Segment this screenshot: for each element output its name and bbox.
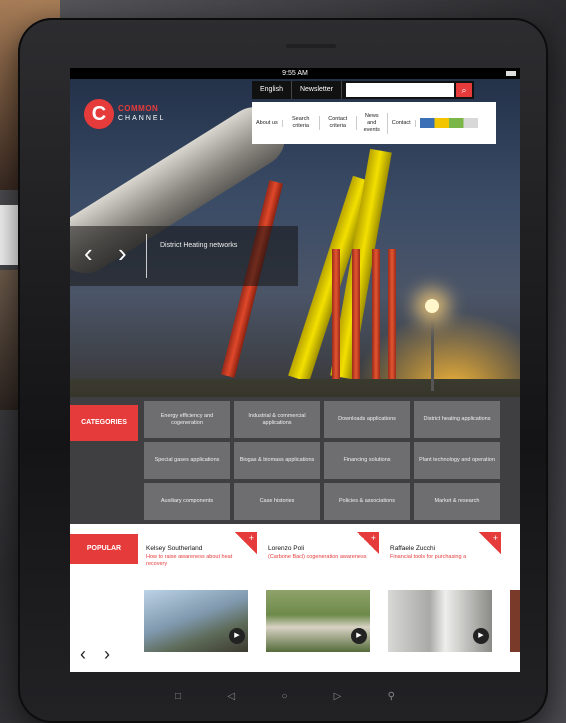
card-author: Raffaele Zucchi bbox=[390, 545, 436, 552]
search-input[interactable] bbox=[346, 83, 455, 97]
hero-support bbox=[388, 249, 396, 389]
card-author: Lorenzo Poli bbox=[268, 545, 305, 552]
card-title[interactable]: Financial tools for purchasing a bbox=[390, 554, 490, 561]
status-time: 9:55 AM bbox=[282, 70, 308, 77]
play-icon[interactable]: ▶ bbox=[229, 628, 245, 644]
sub-nav: About us Search criteria Contact criteri… bbox=[252, 102, 496, 144]
popular-card[interactable]: + Raffaele Zucchi Financial tools for pu… bbox=[388, 532, 501, 672]
slider-next-button[interactable]: › bbox=[118, 238, 127, 268]
nav-newsletter[interactable]: Newsletter bbox=[292, 81, 343, 99]
subnav-contact[interactable]: Contact bbox=[388, 119, 416, 127]
card-author: Kelsey Southerland bbox=[146, 545, 203, 552]
forward-button[interactable]: ▷ bbox=[334, 691, 342, 702]
category-tile[interactable]: Plant technology and operation bbox=[414, 442, 500, 479]
hero-support bbox=[352, 249, 360, 389]
card-title[interactable]: How to raise awareness about heat recove… bbox=[146, 554, 246, 568]
popular-card[interactable]: + Lorenzo Poli (Carbone Bacl) cogenerati… bbox=[266, 532, 379, 672]
back-button[interactable]: ◁ bbox=[227, 691, 235, 702]
subnav-contact-criteria[interactable]: Contact criteria bbox=[320, 116, 357, 130]
category-tile[interactable]: Downloads applications bbox=[324, 401, 410, 438]
tablet-screen: 9:55 AM C COMMON CHANNEL ‹ › District He… bbox=[70, 68, 520, 672]
slider-prev-button[interactable]: ‹ bbox=[84, 238, 93, 268]
popular-next-button[interactable]: › bbox=[104, 644, 110, 664]
play-icon[interactable]: ▶ bbox=[473, 628, 489, 644]
background-photo-2 bbox=[0, 270, 20, 410]
category-tile[interactable]: Industrial & commercial applications bbox=[234, 401, 320, 438]
background-page-fragment bbox=[0, 205, 20, 265]
plus-icon[interactable]: + bbox=[357, 532, 379, 554]
battery-icon bbox=[506, 71, 516, 76]
hero-support bbox=[332, 249, 340, 389]
front-camera bbox=[286, 44, 336, 48]
slider-caption[interactable]: District Heating networks bbox=[160, 242, 237, 249]
nav-english[interactable]: English bbox=[252, 81, 292, 99]
card-title[interactable]: (Carbone Bacl) cogeneration awareness bbox=[268, 554, 368, 561]
hero-support bbox=[372, 249, 380, 389]
popular-pager: ‹ › bbox=[80, 644, 128, 665]
plus-icon[interactable]: + bbox=[479, 532, 501, 554]
popular-heading: POPULAR bbox=[70, 534, 138, 564]
partner-logos bbox=[419, 118, 478, 128]
category-tile[interactable]: Market & research bbox=[414, 483, 500, 520]
hero-slider: ‹ › District Heating networks bbox=[70, 226, 298, 286]
category-tile[interactable]: Policies & associations bbox=[324, 483, 410, 520]
play-icon[interactable]: ▶ bbox=[351, 628, 367, 644]
popular-section: POPULAR + Kelsey Southerland How to rais… bbox=[70, 524, 520, 672]
slider-divider bbox=[146, 234, 147, 278]
category-tile[interactable]: Case histories bbox=[234, 483, 320, 520]
popular-card[interactable]: + Kelsey Southerland How to raise awaren… bbox=[144, 532, 257, 672]
category-tile[interactable]: Special gases applications bbox=[144, 442, 230, 479]
plus-icon[interactable]: + bbox=[235, 532, 257, 554]
category-tile[interactable]: Financing solutions bbox=[324, 442, 410, 479]
search-icon[interactable]: ⚲ bbox=[388, 691, 395, 702]
subnav-news[interactable]: News and events bbox=[357, 112, 388, 134]
subnav-search-criteria[interactable]: Search criteria bbox=[283, 116, 320, 130]
popular-card-partial[interactable] bbox=[510, 532, 520, 672]
popular-prev-button[interactable]: ‹ bbox=[80, 644, 86, 664]
category-tile[interactable]: Auxiliary components bbox=[144, 483, 230, 520]
device-button-bar: □ ◁ ○ ▷ ⚲ bbox=[175, 686, 395, 706]
categories-heading: CATEGORIES bbox=[70, 405, 138, 441]
logo-word-2: CHANNEL bbox=[118, 115, 166, 122]
video-thumbnail[interactable] bbox=[510, 590, 520, 652]
search-icon[interactable]: ⌕ bbox=[456, 83, 473, 97]
hero-lamppost bbox=[431, 311, 434, 391]
recent-apps-button[interactable]: □ bbox=[175, 691, 181, 702]
home-button[interactable]: ○ bbox=[281, 691, 287, 702]
status-bar: 9:55 AM bbox=[70, 68, 520, 79]
category-tile[interactable]: Biogas & biomass applications bbox=[234, 442, 320, 479]
logo-word-1: COMMON bbox=[118, 104, 159, 113]
category-tile[interactable]: District heating applications bbox=[414, 401, 500, 438]
top-nav: English Newsletter ⌕ bbox=[252, 81, 475, 99]
site-logo[interactable]: C COMMON CHANNEL bbox=[84, 99, 194, 135]
subnav-about[interactable]: About us bbox=[252, 119, 283, 127]
logo-mark: C bbox=[84, 99, 114, 129]
hero-lamp bbox=[425, 299, 439, 313]
categories-panel: CATEGORIES Energy efficiency and cogener… bbox=[70, 397, 520, 524]
category-tile[interactable]: Energy efficiency and cogeneration bbox=[144, 401, 230, 438]
